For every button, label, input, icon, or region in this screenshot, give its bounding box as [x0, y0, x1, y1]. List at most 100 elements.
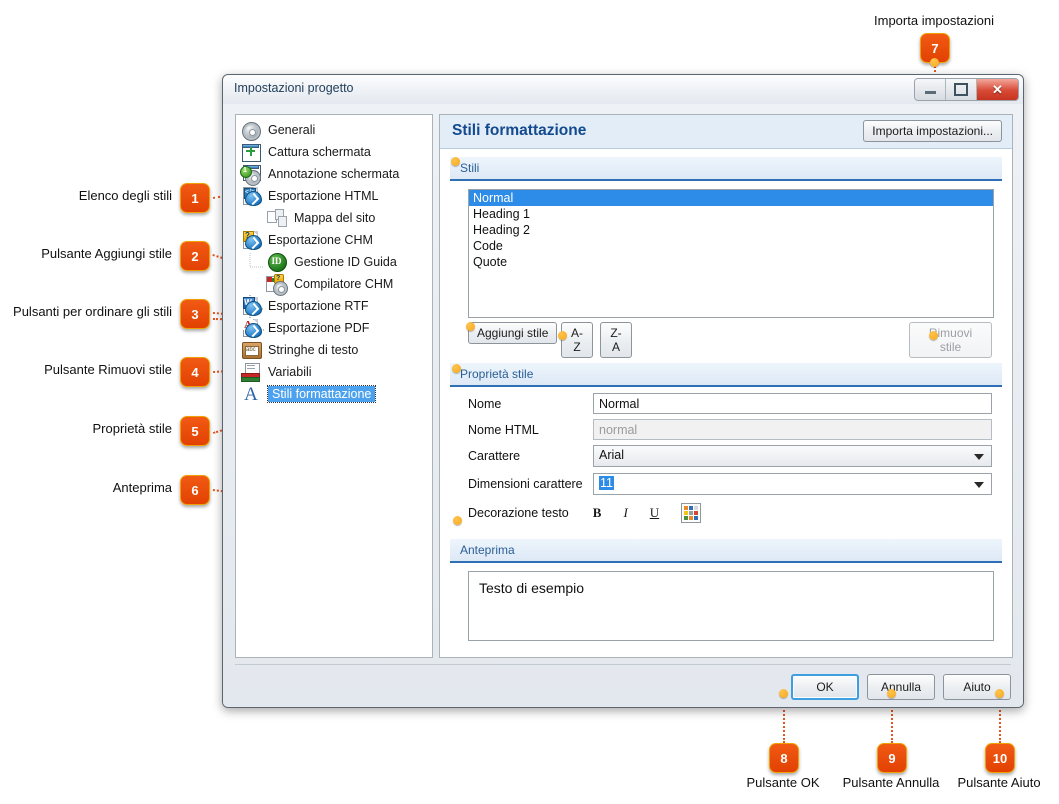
rtf-export-icon: W [240, 296, 262, 316]
list-item[interactable]: Code [469, 238, 993, 254]
tree-item-label: Cattura schermata [268, 144, 371, 159]
settings-tree[interactable]: Generali Cattura schermata 1 Annotazione… [235, 114, 433, 658]
tree-item-mappa-del-sito[interactable]: Mappa del sito [266, 207, 375, 228]
window-controls: ✕ [914, 78, 1019, 101]
callout-badge-1: 1 [180, 183, 210, 213]
tree-item-label: Compilatore CHM [294, 276, 394, 291]
tree-item-label: Esportazione PDF [268, 320, 370, 335]
nome-input[interactable]: Normal [593, 393, 992, 414]
add-style-button[interactable]: Aggiungi stile [468, 322, 558, 344]
callout-dot-8 [779, 689, 788, 698]
tree-item-label: Mappa del sito [294, 210, 376, 225]
field-row-carattere: Carattere Arial [468, 445, 992, 467]
tree-item-gestione-id-guida[interactable]: ID Gestione ID Guida [266, 251, 397, 272]
callout-badge-2: 2 [180, 241, 210, 271]
tree-item-cattura-schermata[interactable]: Cattura schermata [240, 141, 371, 162]
styles-panel: Stili formattazione Importa impostazioni… [439, 114, 1013, 658]
formatting-styles-icon: A [244, 383, 258, 405]
nome-label: Nome [468, 396, 502, 411]
preview-section-header: Anteprima [450, 539, 1002, 563]
help-id-icon: ID [266, 252, 288, 272]
pdf-export-icon: A [240, 318, 262, 338]
font-family-select[interactable]: Arial [593, 445, 992, 467]
field-row-dimensioni: Dimensioni carattere 11 [468, 473, 992, 495]
tree-item-esportazione-html[interactable]: </> Esportazione HTML [240, 185, 378, 206]
tree-item-esportazione-pdf[interactable]: A Esportazione PDF [240, 317, 369, 338]
callout-badge-3: 3 [180, 299, 210, 329]
tree-item-generali[interactable]: Generali [240, 119, 316, 141]
callout-badge-10: 10 [985, 743, 1015, 773]
styles-section-label: Stili [460, 161, 480, 175]
callout-label-6: Anteprima [112, 480, 172, 495]
sort-za-button[interactable]: Z-A [600, 322, 632, 358]
callout-dot-1 [451, 157, 460, 166]
list-item[interactable]: Quote [469, 254, 993, 270]
underline-icon[interactable]: U [650, 505, 659, 521]
tree-item-label: Esportazione HTML [268, 188, 379, 203]
cancel-button[interactable]: Annulla [867, 674, 935, 700]
footer-buttons: OK Annulla Aiuto [791, 674, 1011, 700]
italic-icon[interactable]: I [623, 505, 627, 521]
tree-item-stili-formattazione[interactable]: A Stili formattazione [240, 383, 377, 405]
field-row-nome: Nome Normal [468, 393, 992, 414]
callout-badge-4: 4 [180, 357, 210, 387]
list-item[interactable]: Heading 2 [469, 222, 993, 238]
tree-item-annotazione-schermata[interactable]: 1 Annotazione schermata [240, 163, 400, 186]
callout-badge-6: 6 [180, 475, 210, 505]
callout-label-7: Importa impostazioni [874, 13, 994, 28]
callout-badge-5: 5 [180, 416, 210, 446]
callout-label-1: Elenco degli stili [78, 188, 172, 203]
tree-item-esportazione-chm[interactable]: ? Esportazione CHM [240, 229, 373, 250]
tree-item-label: Generali [268, 122, 316, 137]
font-size-select[interactable]: 11 [593, 473, 992, 495]
screen-annotation-icon: 1 [240, 164, 262, 186]
bold-icon[interactable]: B [593, 505, 602, 521]
callout-badge-8: 8 [769, 743, 799, 773]
field-row-decorazione: Decorazione testo B I U [468, 503, 702, 523]
ok-button[interactable]: OK [791, 674, 859, 700]
callout-label-4: Pulsante Rimuovi stile [44, 362, 172, 377]
color-palette-icon[interactable] [681, 503, 702, 523]
callout-label-10: Pulsante Aiuto [957, 775, 1041, 790]
callout-dot-6 [453, 516, 462, 525]
tree-item-label: Annotazione schermata [268, 166, 400, 181]
screen-capture-icon [240, 142, 262, 162]
properties-section-label: Proprietà stile [460, 367, 534, 381]
chevron-down-icon [974, 454, 984, 460]
close-icon: ✕ [992, 82, 1003, 97]
list-item[interactable]: Heading 1 [469, 206, 993, 222]
nome-html-label: Nome HTML [468, 422, 539, 437]
chevron-down-icon [974, 482, 984, 488]
tree-item-stringhe-di-testo[interactable]: abc Stringhe di testo [240, 339, 358, 360]
page-title: Stili formattazione [452, 122, 587, 139]
import-settings-button[interactable]: Importa impostazioni... [863, 120, 1002, 142]
title-bar[interactable]: Impostazioni progetto ✕ [223, 75, 1023, 105]
sitemap-icon [266, 208, 288, 228]
tree-item-label: Esportazione CHM [268, 232, 373, 247]
chm-export-icon: ? [240, 230, 262, 250]
tree-item-label: Stili formattazione [266, 384, 377, 403]
dialog-body: Generali Cattura schermata 1 Annotazione… [223, 104, 1023, 707]
preview-section-label: Anteprima [460, 543, 515, 557]
list-item[interactable]: Normal [469, 190, 993, 206]
tree-item-label: Variabili [268, 364, 312, 379]
callout-label-3: Pulsanti per ordinare gli stili [13, 304, 172, 319]
sort-az-button[interactable]: A-Z [561, 322, 593, 358]
variables-icon [240, 362, 262, 382]
decorazione-testo-label: Decorazione testo [468, 506, 569, 520]
tree-item-label: Stringhe di testo [268, 342, 359, 357]
styles-listbox[interactable]: Normal Heading 1 Heading 2 Code Quote [468, 189, 994, 318]
minimize-button[interactable] [915, 79, 946, 100]
tree-item-variabili[interactable]: Variabili [240, 361, 312, 382]
font-family-value: Arial [599, 448, 625, 462]
carattere-label: Carattere [468, 449, 521, 463]
gear-icon [240, 120, 262, 141]
remove-style-button[interactable]: Rimuovi stile [909, 322, 992, 358]
tree-item-esportazione-rtf[interactable]: W Esportazione RTF [240, 295, 369, 316]
maximize-button[interactable] [946, 79, 977, 100]
nome-html-input[interactable]: normal [593, 419, 992, 440]
tree-item-compilatore-chm[interactable]: ? Compilatore CHM [266, 273, 394, 296]
minimize-icon [924, 91, 936, 94]
callout-label-5: Proprietà stile [92, 421, 172, 436]
close-button[interactable]: ✕ [977, 79, 1018, 100]
